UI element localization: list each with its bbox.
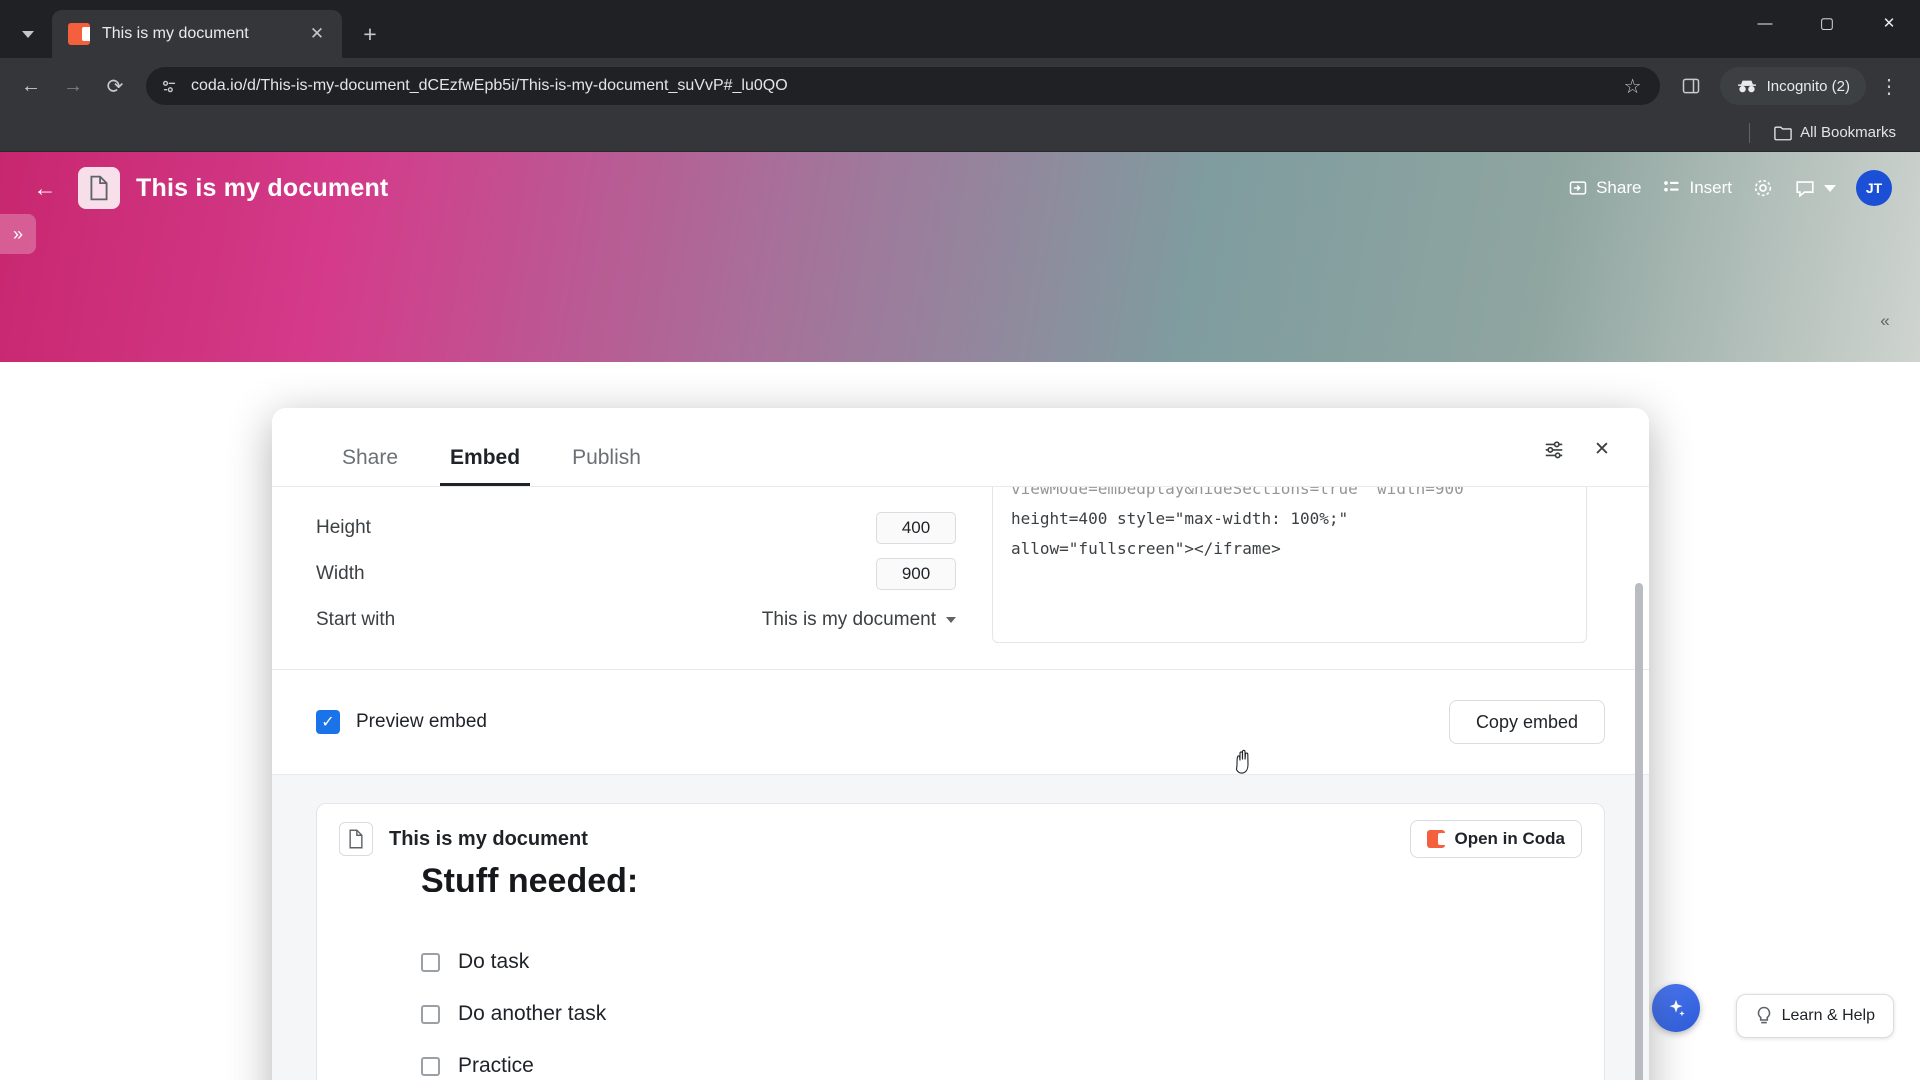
modal-header-actions: ✕ [1537,432,1619,466]
modal-vertical-scrollbar[interactable] [1635,583,1643,1080]
document-icon [339,822,373,856]
height-field-row: Height 400 [316,505,956,551]
page-info-icon[interactable] [160,77,179,96]
embed-settings-fields: Height 400 Width 900 Start with This is … [316,505,956,643]
start-with-value: This is my document [761,609,936,630]
browser-toolbar: ← → ⟳ coda.io/d/This-is-my-document_dCEz… [0,58,1920,114]
browser-tab[interactable]: This is my document ✕ [52,10,342,58]
width-field-row: Width 900 [316,551,956,597]
checkbox-unchecked-icon[interactable] [421,1004,440,1024]
incognito-icon [1737,80,1756,93]
start-with-row: Start with This is my document [316,597,956,643]
modal-body: Height 400 Width 900 Start with This is … [272,486,1649,1080]
embed-preview-card: This is my document Open in Coda Stuff n… [316,803,1605,1080]
window-controls: — ▢ ✕ [1734,0,1920,46]
preview-checklist-label: Do task [458,950,530,973]
coda-favicon-icon [68,23,90,45]
start-with-label: Start with [316,609,396,630]
incognito-label: Incognito (2) [1766,77,1850,95]
coda-icon [1426,830,1445,848]
width-label: Width [316,563,365,584]
bookmark-star-icon[interactable]: ☆ [1614,67,1652,105]
close-icon[interactable]: ✕ [1585,432,1619,466]
url-text: coda.io/d/This-is-my-document_dCEzfwEpb5… [191,77,788,94]
tab-close-icon[interactable]: ✕ [304,21,330,47]
tab-title: This is my document [102,25,249,42]
maximize-button[interactable]: ▢ [1796,0,1858,46]
embed-code-textarea[interactable]: viewMode=embedplay&hideSections=true" wi… [992,486,1587,643]
preview-card-body: Stuff needed: Do task Do another task Pr… [317,862,1604,1078]
tab-publish[interactable]: Publish [546,436,667,486]
preview-heading: Stuff needed: [421,862,639,892]
bookmarks-divider [1749,122,1751,143]
preview-doc-title: This is my document [389,827,588,850]
close-window-button[interactable]: ✕ [1858,0,1920,46]
checkbox-unchecked-icon[interactable] [421,952,440,972]
tab-strip: This is my document ✕ + — ▢ ✕ [0,0,1920,58]
preview-checklist-item[interactable]: Do another task [421,1002,1582,1026]
bookmarks-bar: All Bookmarks [0,114,1920,152]
embed-code-line-1: viewMode=embedplay&hideSections=true" wi… [1011,486,1464,498]
incognito-indicator[interactable]: Incognito (2) [1719,67,1866,105]
width-input[interactable]: 900 [876,558,956,590]
side-panel-icon[interactable] [1672,67,1710,105]
preview-checklist-label: Do another task [458,1002,607,1025]
preview-checklist-label: Practice [458,1054,534,1077]
new-tab-button[interactable]: + [350,14,390,54]
preview-controls-row: ✓ Preview embed Copy embed [272,670,1649,774]
start-with-select[interactable]: This is my document [762,609,956,631]
chevron-down-icon [946,617,956,623]
modal-header: Share Embed Publish ✕ [272,408,1649,486]
chrome-menu-button[interactable]: ⋮ [1870,67,1908,105]
copy-embed-button[interactable]: Copy embed [1448,700,1605,744]
preview-embed-label: Preview embed [356,711,487,732]
embed-code-line-2: height=400 style="max-width: 100%;" [1011,509,1349,528]
reload-button[interactable]: ⟳ [96,67,134,105]
folder-icon [1774,125,1792,140]
height-input[interactable]: 400 [876,512,956,544]
address-bar[interactable]: coda.io/d/This-is-my-document_dCEzfwEpb5… [146,67,1660,105]
omnibox-actions: ☆ [1614,67,1652,105]
embed-settings-section: Height 400 Width 900 Start with This is … [272,487,1649,669]
open-in-coda-button[interactable]: Open in Coda [1409,820,1582,858]
height-label: Height [316,517,371,538]
embed-share-modal: Share Embed Publish ✕ Height 400 Width 9… [272,408,1649,1080]
tab-search-button[interactable] [4,14,52,54]
modal-tabs: Share Embed Publish [272,436,667,486]
embed-code-line-3: allow="fullscreen"></iframe> [1011,539,1281,558]
minimize-button[interactable]: — [1734,0,1796,46]
all-bookmarks-label: All Bookmarks [1800,124,1896,141]
preview-checklist-item[interactable]: Do task [421,950,1582,974]
preview-checklist-item[interactable]: Practice [421,1054,1582,1078]
tab-share[interactable]: Share [316,436,424,486]
open-in-coda-label: Open in Coda [1454,829,1566,848]
browser-window: This is my document ✕ + — ▢ ✕ ← → ⟳ coda… [0,0,1920,1080]
page-viewport: ← This is my document Share Insert JT » … [0,152,1920,1080]
chevron-down-icon [22,30,34,38]
tab-embed[interactable]: Embed [424,436,546,486]
forward-button[interactable]: → [54,67,92,105]
all-bookmarks-button[interactable]: All Bookmarks [1766,119,1904,146]
checkbox-unchecked-icon[interactable] [421,1056,440,1076]
sliders-icon[interactable] [1537,432,1571,466]
embed-preview-area: This is my document Open in Coda Stuff n… [272,775,1649,1080]
preview-embed-checkbox[interactable]: ✓ [316,710,340,734]
back-button[interactable]: ← [12,67,50,105]
